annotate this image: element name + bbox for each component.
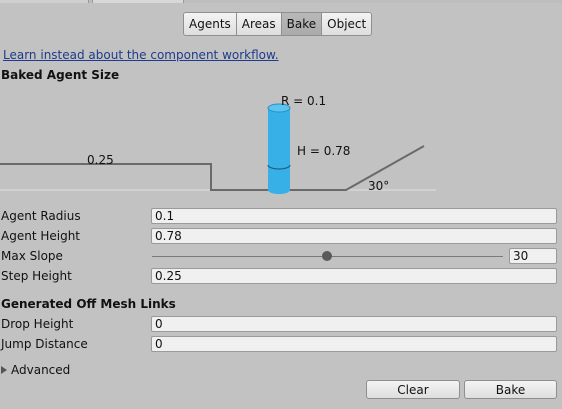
step-height-label: 0.25 xyxy=(87,153,114,167)
radius-label: R = 0.1 xyxy=(281,94,326,108)
max-slope-slider-thumb[interactable] xyxy=(322,251,332,261)
step-height-field[interactable]: 0.25 xyxy=(151,268,557,284)
advanced-label: Advanced xyxy=(11,363,71,377)
jump-distance-field[interactable]: 0 xyxy=(151,336,557,352)
agent-radius-field[interactable]: 0.1 xyxy=(151,208,557,224)
agent-radius-label: Agent Radius xyxy=(1,209,81,223)
max-slope-field[interactable]: 30 xyxy=(509,248,557,264)
drop-height-field[interactable]: 0 xyxy=(151,316,557,332)
bake-button[interactable]: Bake xyxy=(464,380,557,399)
terrain-profile xyxy=(0,145,425,191)
step-height-label: Step Height xyxy=(1,269,72,283)
off-mesh-links-title: Generated Off Mesh Links xyxy=(1,297,176,311)
agent-height-label: Agent Height xyxy=(1,229,81,243)
window-tab-left[interactable] xyxy=(0,0,89,3)
component-workflow-link[interactable]: Learn instead about the component workfl… xyxy=(3,48,279,62)
max-slope-label: Max Slope xyxy=(1,249,63,263)
agent-height-field[interactable]: 0.78 xyxy=(151,228,557,244)
tab-bake[interactable]: Bake xyxy=(281,13,323,35)
tab-areas[interactable]: Areas xyxy=(236,13,282,35)
jump-distance-label: Jump Distance xyxy=(1,337,88,351)
drop-height-label: Drop Height xyxy=(1,317,74,331)
slope-label: 30° xyxy=(368,179,389,193)
clear-button[interactable]: Clear xyxy=(366,380,460,399)
foldout-arrow-icon xyxy=(1,366,7,374)
agent-size-diagram: R = 0.1 H = 0.78 0.25 30° xyxy=(0,94,436,194)
window-tab-active[interactable] xyxy=(92,0,184,3)
navigation-tabs: Agents Areas Bake Object xyxy=(183,12,373,36)
advanced-foldout[interactable]: Advanced xyxy=(1,363,70,377)
tab-object[interactable]: Object xyxy=(322,13,372,35)
agent-cylinder-icon xyxy=(267,103,291,194)
tab-agents[interactable]: Agents xyxy=(184,13,237,35)
baked-agent-size-title: Baked Agent Size xyxy=(1,68,120,82)
height-label: H = 0.78 xyxy=(297,144,350,158)
